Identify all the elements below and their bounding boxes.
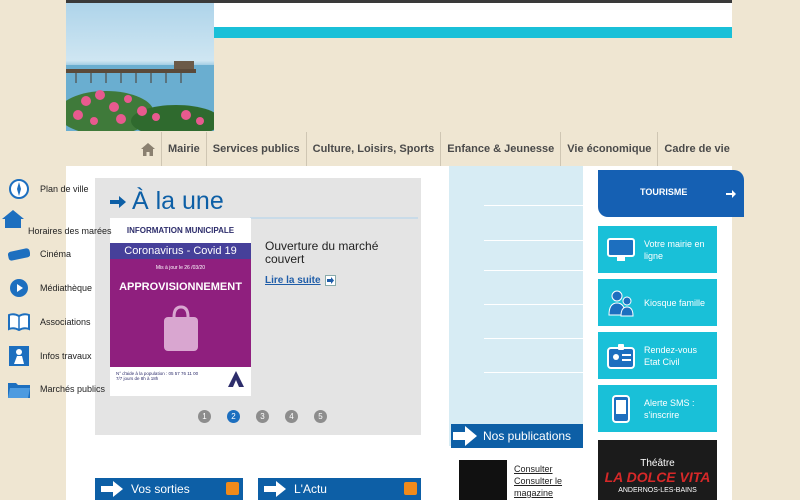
theatre-line1: Théâtre (640, 458, 675, 469)
arrow-box-icon (324, 275, 336, 286)
alerte-sms-button[interactable]: Alerte SMS : s'inscrire (598, 385, 717, 432)
family-icon (606, 288, 636, 318)
home-icon[interactable] (135, 132, 161, 166)
page-dot-5[interactable]: 5 (314, 410, 327, 423)
theatre-banner[interactable]: Théâtre LA DOLCE VITA ANDERNOS-LES-BAINS (598, 440, 717, 500)
quick-link-marches-publics[interactable]: Marchés publics (0, 378, 134, 400)
quick-link-label: Infos travaux (40, 351, 92, 361)
box-label: Votre mairie en ligne (644, 238, 705, 261)
kiosque-famille-button[interactable]: Kiosque famille (598, 279, 717, 326)
box-label: Alerte SMS : s'inscrire (644, 397, 695, 420)
rendez-vous-etat-civil-button[interactable]: Rendez-vous Etat Civil (598, 332, 717, 379)
house-tide-icon (2, 208, 24, 230)
nav-item-enfance[interactable]: Enfance & Jeunesse (440, 132, 560, 166)
rss-icon[interactable] (404, 482, 417, 495)
divider (484, 205, 583, 206)
nav-item-vie-economique[interactable]: Vie économique (560, 132, 657, 166)
quick-link-label: Associations (40, 317, 91, 327)
publications-title: Nos publications (483, 429, 572, 443)
folder-icon (8, 378, 30, 400)
nav-item-services-publics[interactable]: Services publics (205, 132, 306, 166)
quick-links-panel (449, 166, 583, 446)
header-banner (214, 3, 732, 27)
shopping-bag-icon (164, 305, 198, 351)
arrow-right-icon (101, 481, 123, 497)
phone-icon (606, 394, 636, 424)
quick-link-mediatheque[interactable]: Médiathèque (0, 277, 134, 299)
divider (484, 240, 583, 241)
quick-link-label: Horaires des marées (28, 226, 112, 236)
nav-item-mairie[interactable]: Mairie (161, 132, 206, 166)
theatre-line3: ANDERNOS-LES-BAINS (618, 487, 697, 494)
news-title[interactable]: Ouverture du marché couvert (265, 240, 405, 266)
quick-link-cinema[interactable]: Cinéma (0, 243, 134, 265)
header-photo (66, 3, 214, 131)
magazine-cover[interactable] (459, 460, 507, 500)
main-nav: Mairie Services publics Culture, Loisirs… (135, 132, 736, 166)
page-dot-4[interactable]: 4 (285, 410, 298, 423)
tourisme-label: TOURISME (640, 187, 688, 197)
worker-icon (8, 345, 30, 367)
header-accent-bar (214, 27, 732, 38)
mairie-en-ligne-button[interactable]: Votre mairie en ligne (598, 226, 717, 273)
quick-link-label: Cinéma (40, 249, 72, 259)
box-label: Kiosque famille (644, 297, 706, 308)
divider (484, 304, 583, 305)
nav-item-culture[interactable]: Culture, Loisirs, Sports (305, 132, 441, 166)
divider (484, 270, 583, 271)
quick-link-infos-travaux[interactable]: Infos travaux (0, 345, 134, 367)
vos-sorties-header[interactable]: Vos sorties (95, 478, 243, 500)
actu-header[interactable]: L'Actu (258, 478, 421, 500)
quick-link-horaires-marees[interactable]: Horaires des marées (0, 208, 134, 238)
quick-link-label: Médiathèque (40, 283, 93, 293)
page-dot-2[interactable]: 2 (227, 410, 240, 423)
page-dot-3[interactable]: 3 (256, 410, 269, 423)
pagination: 1 2 3 4 5 (198, 410, 343, 423)
quick-link-associations[interactable]: Associations (0, 311, 134, 333)
rss-icon[interactable] (226, 482, 239, 495)
read-more-link[interactable]: Lire la suite (265, 275, 336, 286)
featured-divider (250, 217, 418, 219)
compass-icon (8, 178, 30, 200)
featured-title-text: À la une (132, 187, 224, 215)
monitor-icon (606, 235, 636, 265)
divider (484, 372, 583, 373)
book-icon (8, 311, 30, 333)
id-card-icon (606, 341, 636, 371)
divider (484, 338, 583, 339)
film-icon (8, 243, 30, 265)
nav-item-cadre-de-vie[interactable]: Cadre de vie (657, 132, 735, 166)
read-more-text: Lire la suite (265, 275, 321, 286)
quick-link-plan-de-ville[interactable]: Plan de ville (0, 178, 134, 200)
publications-header[interactable]: Nos publications (451, 424, 583, 448)
vos-sorties-title: Vos sorties (131, 482, 190, 496)
quick-link-label: Marchés publics (40, 384, 106, 394)
arrow-right-icon (726, 190, 736, 198)
arrow-right-icon (453, 426, 477, 446)
theatre-line2: LA DOLCE VITA (604, 469, 711, 485)
box-label: Rendez-vous Etat Civil (644, 344, 698, 367)
page-dot-1[interactable]: 1 (198, 410, 211, 423)
arrow-right-icon (264, 481, 286, 497)
city-logo-icon (228, 371, 244, 387)
magazine-link[interactable]: Consulter Consulter le magazine (514, 463, 584, 499)
tourisme-button[interactable]: TOURISME (598, 170, 744, 217)
quick-link-label: Plan de ville (40, 184, 89, 194)
actu-title: L'Actu (294, 482, 327, 496)
play-icon (8, 277, 30, 299)
poster-footer-line2: 7/7 jours de 8h à 18h (116, 376, 159, 381)
